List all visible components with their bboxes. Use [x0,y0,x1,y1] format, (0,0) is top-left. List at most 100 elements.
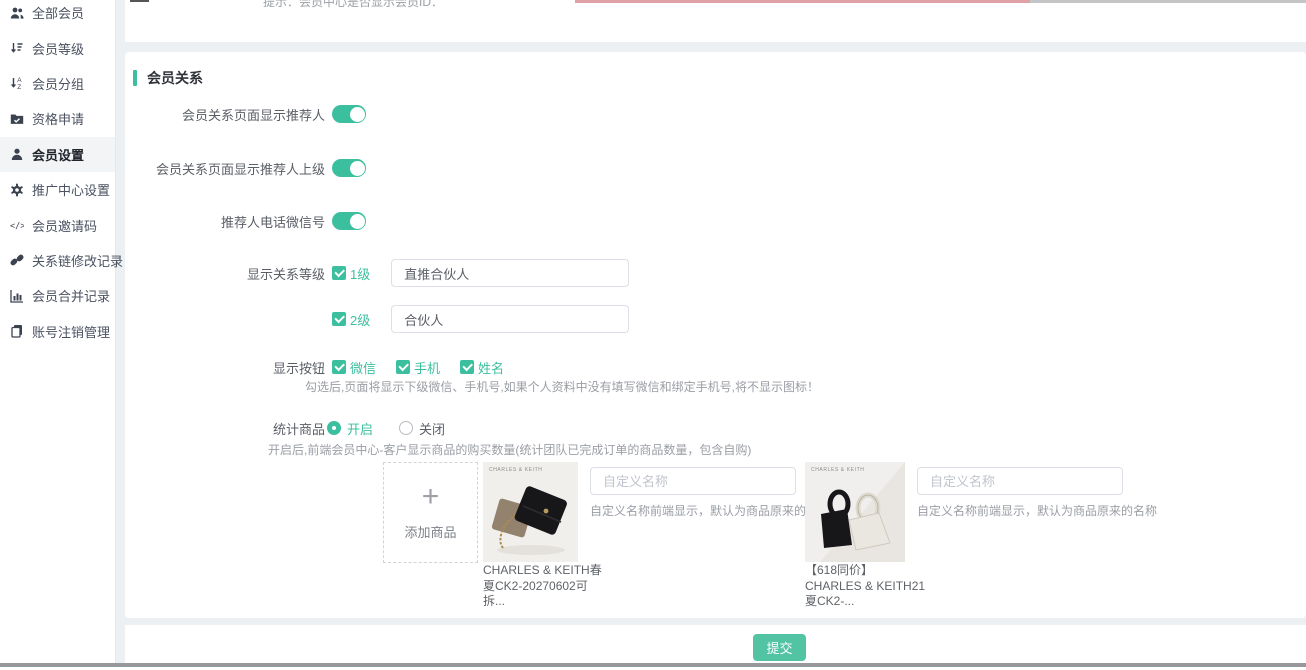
checkbox-label: 微信 [350,358,376,377]
checkbox-label: 1级 [350,264,370,283]
user-icon [10,147,24,161]
stat-goods-label: 统计商品 [125,419,325,438]
sidebar-item-label: 会员分组 [32,74,84,93]
checkbox-checked-icon [332,312,346,326]
window-bottom-edge [0,663,1306,667]
product2-custom-name-input[interactable] [917,467,1123,495]
sidebar-menu: 全部会员 会员等级 AZ 会员分组 资格申请 会员设置 [0,0,115,349]
submit-button[interactable]: 提交 [753,634,806,661]
bar-chart-icon [10,289,24,303]
main-content: 提示：会员中心是否显示会员ID： 会员关系 会员关系页面显示推荐人 会员关系页面… [125,0,1306,663]
toggle-row-show-referrer: 会员关系页面显示推荐人 [125,105,1306,123]
checkbox-checked-icon [332,360,346,374]
level2-name-input[interactable] [391,305,629,333]
stat-on-radio[interactable]: 开启 [327,419,373,438]
section-title: 会员关系 [133,68,203,88]
sidebar-item-relation-log[interactable]: 关系链修改记录 [0,243,115,278]
radio-label: 关闭 [419,419,445,438]
sidebar-item-label: 会员合并记录 [32,286,110,305]
level1-checkbox[interactable]: 1级 [332,264,370,283]
wechat-checkbox[interactable]: 微信 [332,358,376,377]
sidebar-item-account-cancel[interactable]: 账号注销管理 [0,314,115,349]
add-product-button[interactable]: + 添加商品 [383,462,478,563]
sidebar-item-all-members[interactable]: 全部会员 [0,0,115,30]
name-checkbox[interactable]: 姓名 [460,358,504,377]
footer-bar: 提交 [125,625,1306,663]
checkbox-label: 2级 [350,310,370,329]
level1-name-input[interactable] [391,259,629,287]
stat-off-radio[interactable]: 关闭 [399,419,445,438]
sidebar: 全部会员 会员等级 AZ 会员分组 资格申请 会员设置 [0,0,116,663]
checkbox-checked-icon [396,360,410,374]
show-referrer-toggle[interactable] [332,105,366,123]
file-copy-icon [10,324,24,338]
alert-box-remnant [575,0,1030,3]
member-relation-card: 会员关系 会员关系页面显示推荐人 会员关系页面显示推荐人上级 推荐人电话微信号 … [125,52,1306,618]
checkbox-checked-icon [460,360,474,374]
sidebar-item-merge-log[interactable]: 会员合并记录 [0,278,115,313]
title-accent-bar [133,70,137,86]
product-brand-text: CHARLES & KEITH [811,467,864,473]
sidebar-item-label: 资格申请 [32,109,84,128]
relation-level-label: 显示关系等级 [125,264,325,283]
radio-unselected-icon [399,421,413,435]
stat-goods-hint: 开启后,前端会员中心-客户显示商品的购买数量(统计团队已完成订单的商品数量，包含… [268,441,751,458]
sidebar-item-label: 关系链修改记录 [32,251,123,270]
level2-checkbox[interactable]: 2级 [332,310,370,329]
link-icon [10,253,24,267]
toggle-label: 会员关系页面显示推荐人上级 [125,159,325,178]
sidebar-item-label: 会员邀请码 [32,216,97,235]
phone-checkbox[interactable]: 手机 [396,358,440,377]
product-caption: CHARLES & KEITH春夏CK2-20270602可拆... [483,563,607,610]
toggle-label: 会员关系页面显示推荐人 [125,105,325,124]
gear-icon [10,183,24,197]
show-buttons-hint: 勾选后,页面将显示下级微信、手机号,如果个人资料中没有填写微信和绑定手机号,将不… [305,378,819,395]
product-image: CHARLES & KEITH [483,462,578,562]
sidebar-item-member-settings[interactable]: 会员设置 [0,137,115,172]
section-gap [125,42,1306,52]
member-id-hint-clipped: 提示：会员中心是否显示会员ID： [263,0,443,10]
sidebar-item-qualification[interactable]: 资格申请 [0,101,115,136]
show-buttons-label: 显示按钮 [125,358,325,377]
toggle-row-show-referrer-upline: 会员关系页面显示推荐人上级 [125,159,1306,177]
toggle-label: 推荐人电话微信号 [125,212,325,231]
sidebar-item-promotion-settings[interactable]: 推广中心设置 [0,172,115,207]
product1-custom-name-input[interactable] [590,467,796,495]
radio-label: 开启 [347,419,373,438]
toggle-knob [350,161,365,176]
sort-alpha-icon: AZ [10,76,24,90]
toggle-knob [350,107,365,122]
product-brand-text: CHARLES & KEITH [489,467,542,473]
stat-goods-row: 统计商品 开启 关闭 [125,419,1306,437]
custom-name-hint: 自定义名称前端显示，默认为商品原来的名称 [917,502,1157,519]
code-icon: </> [10,218,24,232]
toggle-row-referrer-contact: 推荐人电话微信号 [125,212,1306,230]
sidebar-gutter [116,0,125,663]
checkbox-label: 手机 [414,358,440,377]
sidebar-item-label: 全部会员 [32,3,84,22]
users-icon [10,6,24,20]
svg-text:</>: </> [10,222,24,232]
sidebar-item-label: 账号注销管理 [32,322,110,341]
referrer-contact-toggle[interactable] [332,212,366,230]
checkbox-checked-icon [332,266,346,280]
relation-level-row-1: 显示关系等级 1级 [125,258,1306,288]
sidebar-item-label: 会员等级 [32,39,84,58]
scrollbar-remnant [130,0,149,2]
sidebar-item-label: 推广中心设置 [32,180,110,199]
svg-text:Z: Z [17,84,21,90]
show-buttons-row: 显示按钮 微信 手机 姓名 [125,358,1306,376]
radio-selected-icon [327,421,341,435]
sidebar-item-label: 会员设置 [32,145,84,164]
sidebar-item-invite-code[interactable]: </> 会员邀请码 [0,207,115,242]
window-top-edge [1030,0,1306,3]
folder-check-icon [10,112,24,126]
show-referrer-upline-toggle[interactable] [332,159,366,177]
previous-section-remnant: 提示：会员中心是否显示会员ID： [125,0,1306,42]
sort-amount-icon [10,41,24,55]
product-image: CHARLES & KEITH [805,462,905,562]
section-title-text: 会员关系 [147,68,203,88]
sidebar-item-member-groups[interactable]: AZ 会员分组 [0,66,115,101]
product-caption: 【618同价】CHARLES & KEITH21夏CK2-... [805,563,929,610]
sidebar-item-member-levels[interactable]: 会员等级 [0,30,115,65]
